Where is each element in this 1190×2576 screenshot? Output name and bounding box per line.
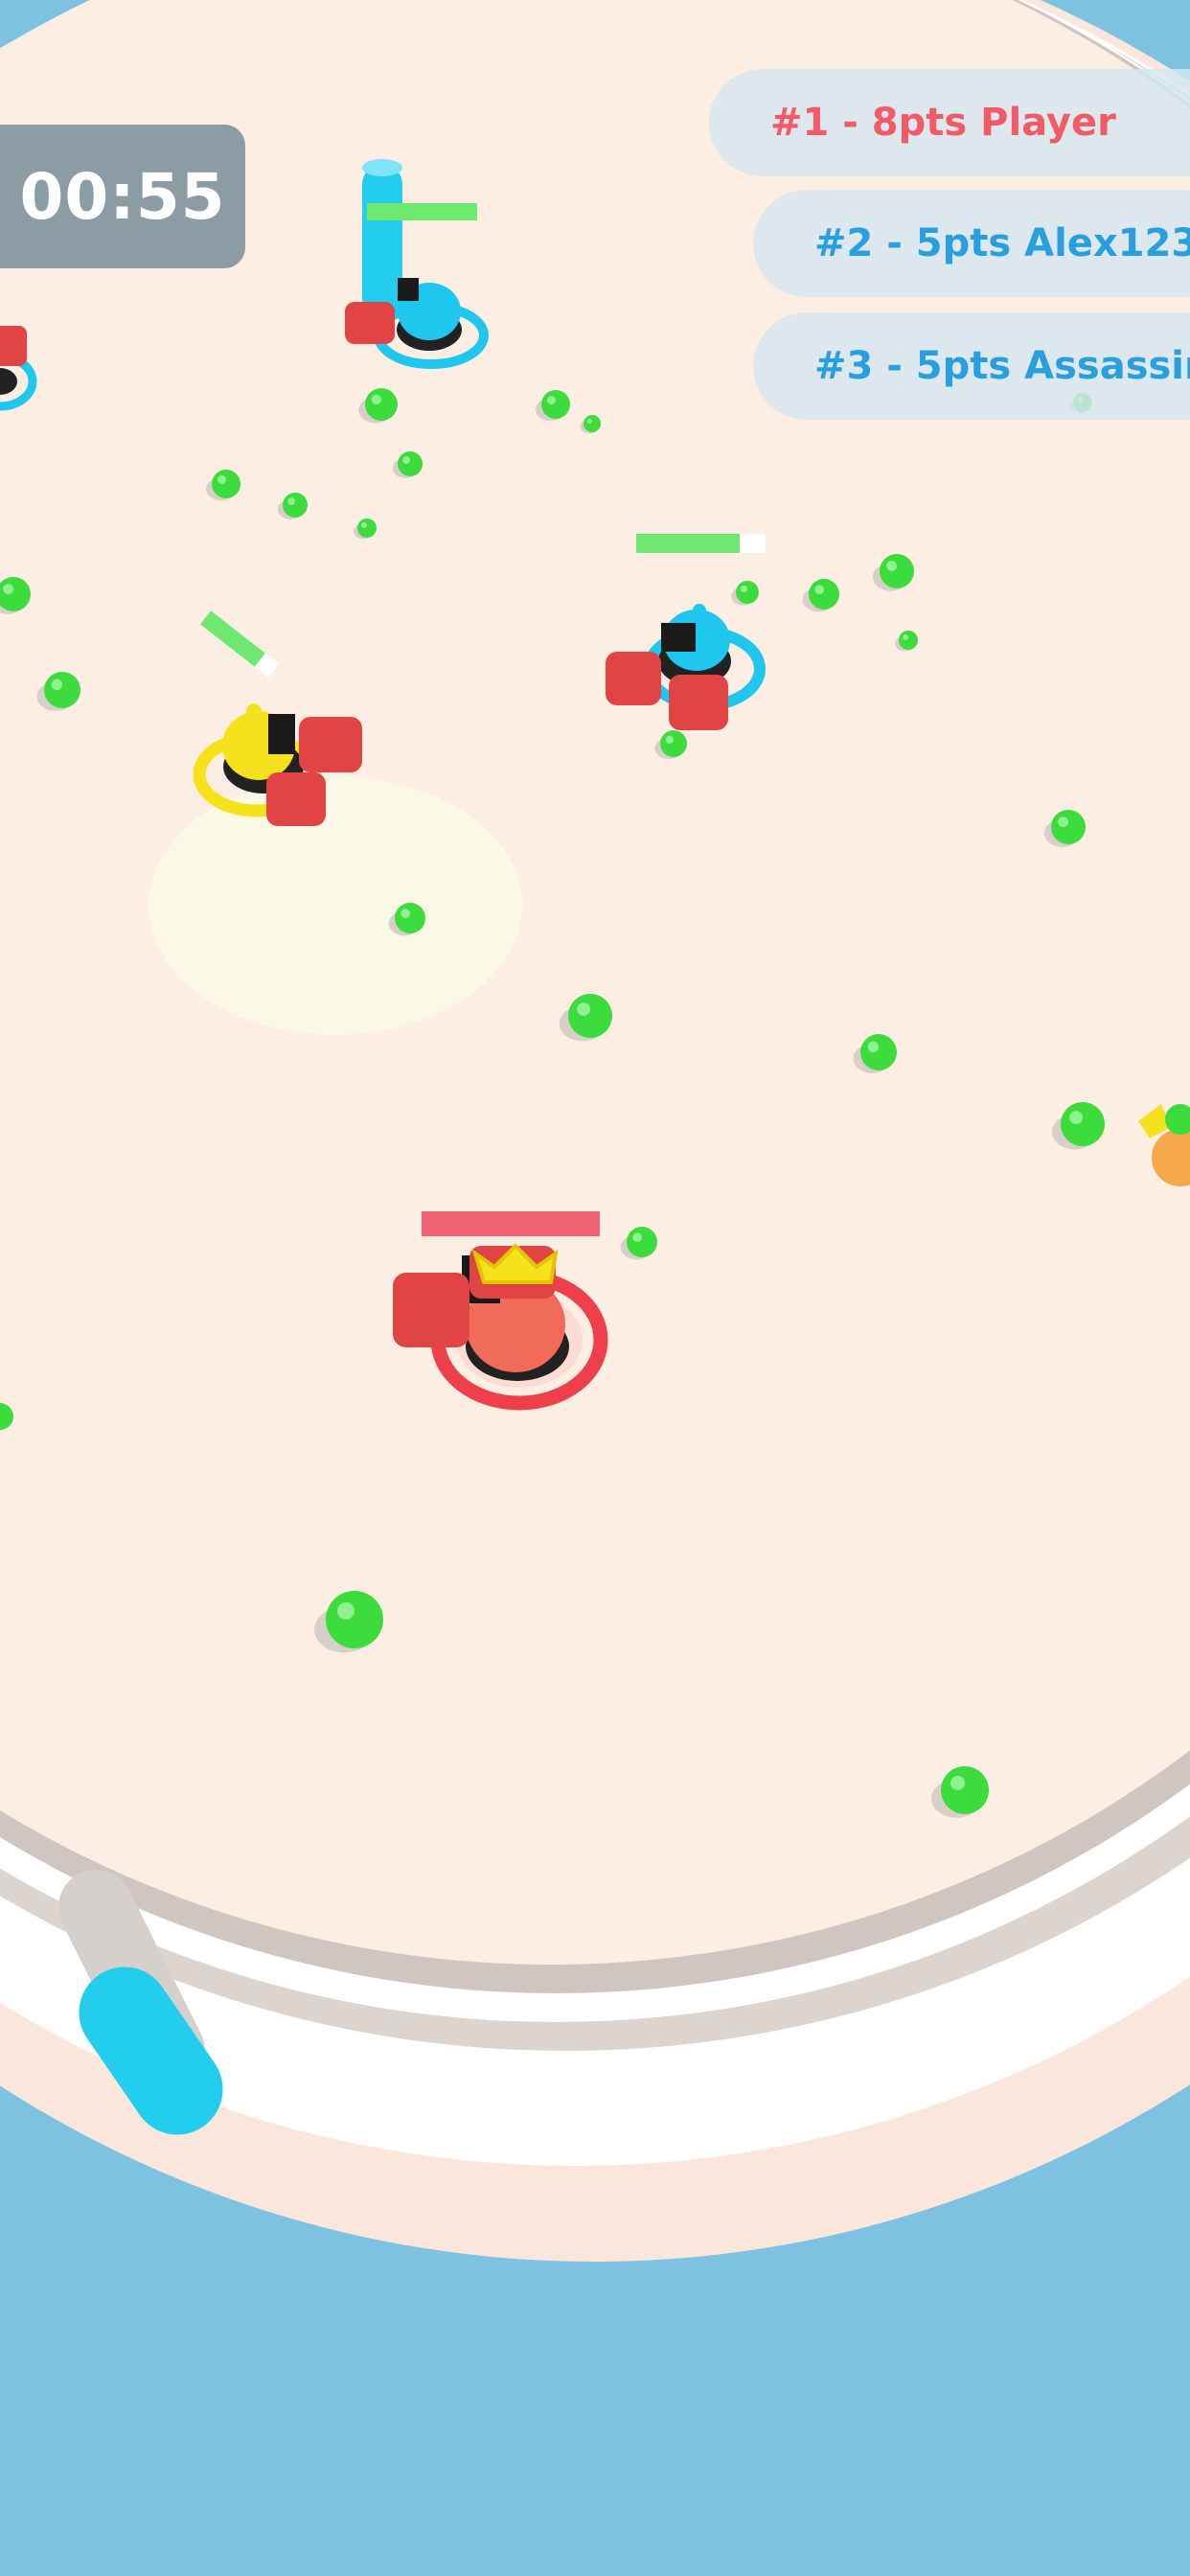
glove: [669, 675, 728, 730]
pellet-highlight: [886, 561, 897, 571]
pellet: [398, 451, 423, 476]
pellet: [568, 994, 612, 1038]
pellet-highlight: [665, 735, 674, 744]
leaderboard-row-1: #1 - 8pts Player: [709, 69, 1190, 176]
glove: [345, 302, 395, 344]
pellet: [357, 518, 377, 538]
glove: [606, 652, 661, 705]
pellet: [584, 415, 601, 432]
timer-text: 00:55: [19, 159, 226, 234]
glove: [393, 1273, 469, 1347]
pellet: [395, 903, 425, 933]
pellet: [541, 390, 570, 419]
glove: [0, 326, 27, 366]
pellet-highlight: [577, 1002, 590, 1016]
pellet-highlight: [217, 475, 226, 484]
pillar-top: [362, 159, 402, 318]
pellet-highlight: [903, 634, 908, 640]
pellet-highlight: [814, 585, 824, 594]
leaderboard-row-2: #2 - 5pts Alex123: [753, 190, 1190, 297]
pillar-body: [362, 165, 402, 318]
pellet-highlight: [950, 1776, 965, 1790]
safe-zone-circle: [149, 776, 522, 1035]
pellet: [660, 730, 687, 757]
pellet: [365, 388, 398, 421]
leaderboard-row-3: #3 - 5pts AssassinSS: [753, 312, 1190, 420]
pellet: [736, 581, 759, 604]
pellet-highlight: [1069, 1111, 1083, 1124]
pillar-cap: [362, 159, 402, 176]
health-bar-top-cyan: [367, 203, 477, 220]
pillar-body: [79, 1966, 223, 2135]
glove: [266, 772, 326, 826]
pellet: [1061, 1102, 1105, 1146]
glove: [299, 717, 362, 772]
pellet: [809, 579, 839, 610]
pellet: [212, 470, 240, 498]
pellet: [627, 1227, 657, 1257]
health-bar-player: [422, 1211, 600, 1236]
timer-panel: 00:55: [0, 125, 245, 268]
pellet-highlight: [337, 1602, 355, 1620]
pellet-highlight: [402, 456, 410, 464]
pellet: [44, 672, 80, 708]
pellet: [860, 1034, 897, 1070]
pellet-highlight: [586, 418, 592, 424]
pellet-highlight: [371, 394, 381, 404]
pellet: [283, 493, 308, 518]
pellet-highlight: [400, 908, 411, 918]
pellet-highlight: [632, 1232, 642, 1242]
leaderboard-entry-2: #2 - 5pts Alex123: [814, 221, 1190, 265]
pellet: [899, 631, 918, 650]
pellet: [1051, 810, 1086, 844]
pellet-highlight: [361, 522, 367, 528]
health-bar-fill-cyan: [636, 534, 740, 553]
pellet-highlight: [867, 1041, 879, 1053]
pellet: [880, 554, 914, 588]
pellet-highlight: [287, 497, 295, 505]
pellet-highlight: [1058, 816, 1068, 827]
pellet: [941, 1766, 989, 1814]
leaderboard-entry-1: #1 - 8pts Player: [770, 101, 1116, 145]
pellet-highlight: [547, 396, 556, 404]
pellet: [326, 1591, 383, 1648]
pellet-highlight: [51, 678, 62, 690]
pellet-highlight: [740, 585, 748, 593]
pellet-highlight: [3, 584, 13, 594]
leaderboard-entry-3: #3 - 5pts AssassinSS: [814, 344, 1190, 388]
